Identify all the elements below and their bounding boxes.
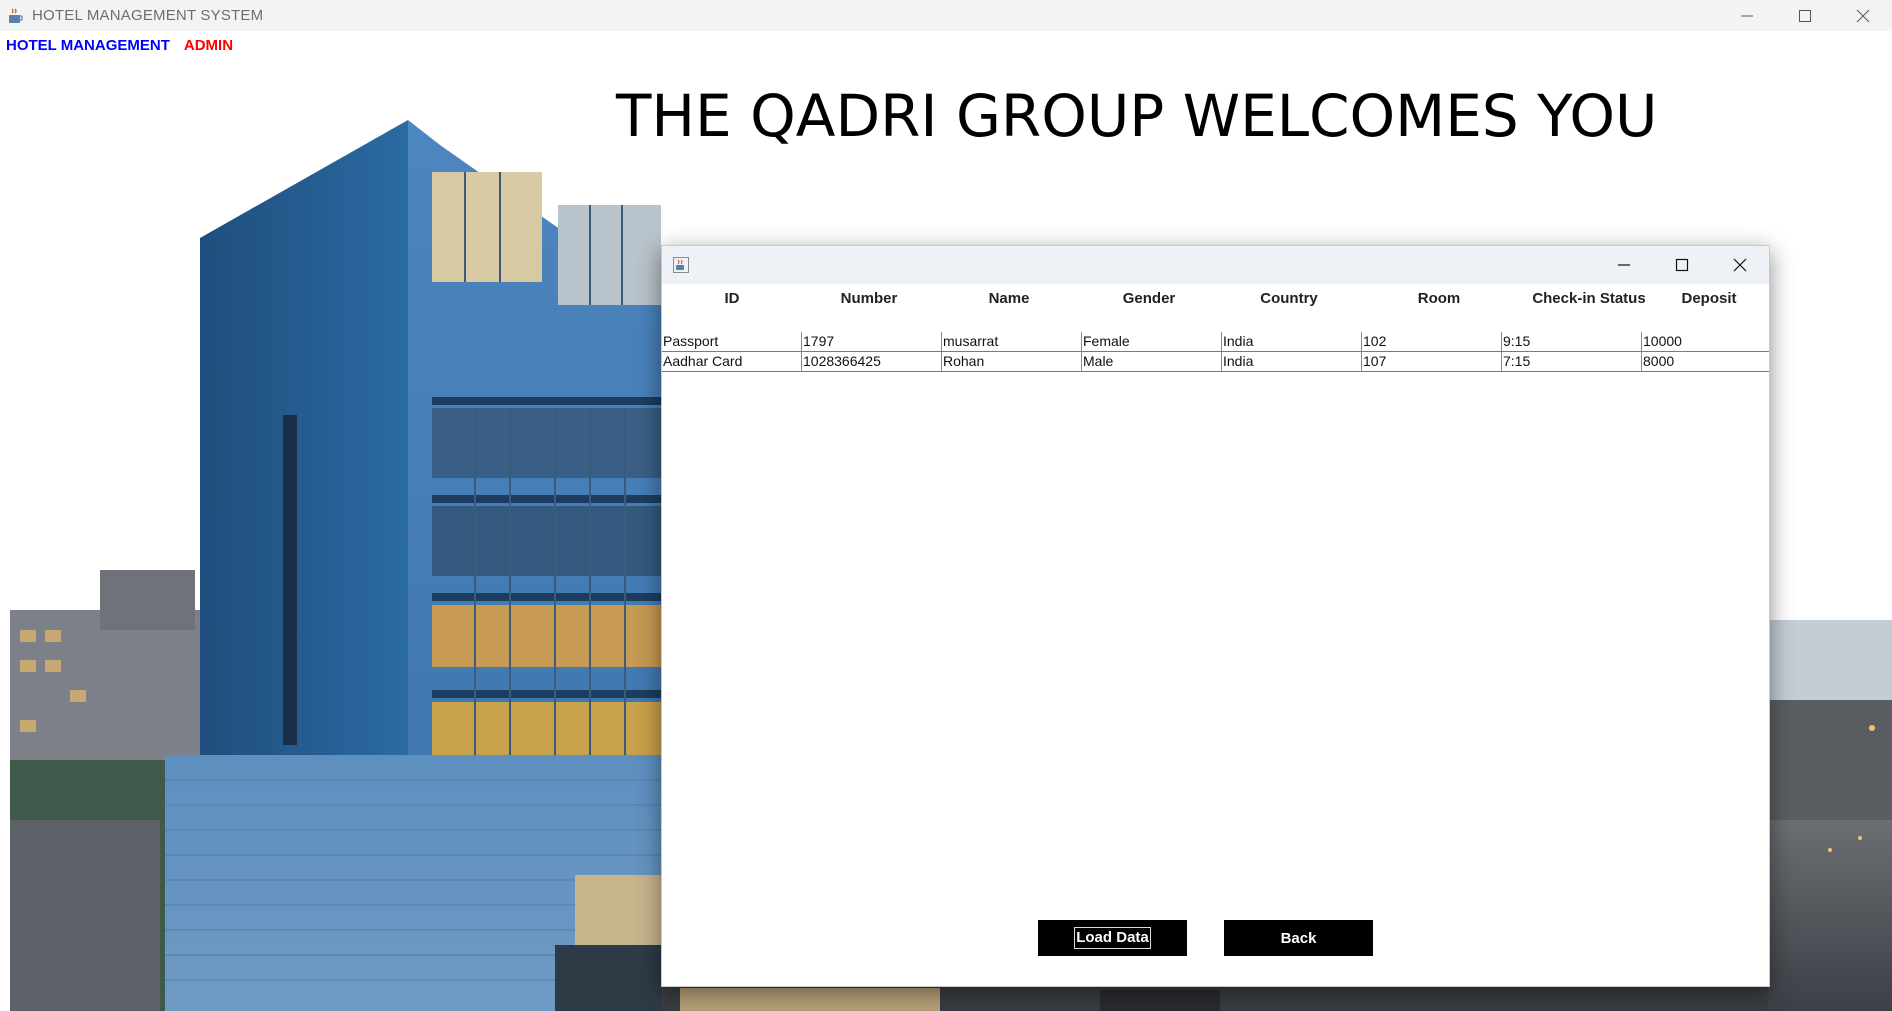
maximize-icon xyxy=(1799,9,1811,22)
close-button[interactable] xyxy=(1834,0,1892,31)
window-controls xyxy=(1718,0,1892,31)
table-cell-id: Passport xyxy=(662,332,802,351)
menu-admin[interactable]: ADMIN xyxy=(178,37,241,54)
table-cell-deposit: 10000 xyxy=(1643,333,1682,349)
back-label: Back xyxy=(1280,929,1317,947)
table-cell-room: 102 xyxy=(1362,332,1502,351)
load-data-button[interactable]: Load Data xyxy=(1038,920,1187,956)
table-cell-id: Aadhar Card xyxy=(662,352,802,371)
table-row[interactable]: Passport 1797 musarrat Female India 102 9:15 10… xyxy=(662,332,1769,352)
customer-info-dialog: ID Number Name Gender Country Room Check-in St… xyxy=(661,245,1770,987)
dialog-window-controls xyxy=(1595,246,1769,284)
table-row[interactable]: Aadhar Card 1028366425 Rohan Male India 107 7:… xyxy=(662,352,1769,372)
table-cell-check-in-status: 7:15 xyxy=(1502,352,1642,371)
column-headers-row xyxy=(662,290,1769,314)
menu-hotel-management[interactable]: HOTEL MANAGEMENT xyxy=(0,37,178,54)
table-cell-deposit: 8000 xyxy=(1643,353,1675,369)
dialog-titlebar xyxy=(662,246,1769,284)
customer-table: Passport 1797 musarrat Female India 102 9:15 10… xyxy=(662,332,1769,372)
window-titlebar: HOTEL MANAGEMENT SYSTEM xyxy=(0,0,1892,31)
table-cell-country: India xyxy=(1222,352,1362,371)
minimize-button[interactable] xyxy=(1718,0,1776,31)
dialog-minimize-button[interactable] xyxy=(1595,246,1653,284)
table-cell-name: Rohan xyxy=(942,352,1082,371)
close-icon xyxy=(1733,258,1747,272)
back-button[interactable]: Back xyxy=(1224,920,1373,956)
table-cell-check-in-status: 9:15 xyxy=(1502,332,1642,351)
maximize-icon xyxy=(1675,258,1689,272)
close-icon xyxy=(1856,9,1870,22)
table-cell-gender: Male xyxy=(1082,352,1222,371)
menu-bar: HOTEL MANAGEMENT ADMIN xyxy=(0,31,1892,61)
maximize-button[interactable] xyxy=(1776,0,1834,31)
java-coffee-icon xyxy=(671,255,691,275)
load-data-label: Load Data xyxy=(1074,927,1151,949)
table-cell-name: musarrat xyxy=(942,332,1082,351)
table-cell-number: 1797 xyxy=(802,332,942,351)
table-cell-country: India xyxy=(1222,332,1362,351)
dialog-close-button[interactable] xyxy=(1711,246,1769,284)
table-cell-gender: Female xyxy=(1082,332,1222,351)
minimize-icon xyxy=(1741,15,1753,16)
window-title: HOTEL MANAGEMENT SYSTEM xyxy=(32,7,264,24)
table-cell-number: 1028366425 xyxy=(802,352,942,371)
minimize-icon xyxy=(1618,264,1630,266)
dialog-maximize-button[interactable] xyxy=(1653,246,1711,284)
java-coffee-icon xyxy=(6,6,26,26)
table-cell-room: 107 xyxy=(1362,352,1502,371)
welcome-heading: THE QADRI GROUP WELCOMES YOU xyxy=(616,82,1658,150)
main-content: THE QADRI GROUP WELCOMES YOU ID Number N… xyxy=(0,60,1892,1011)
